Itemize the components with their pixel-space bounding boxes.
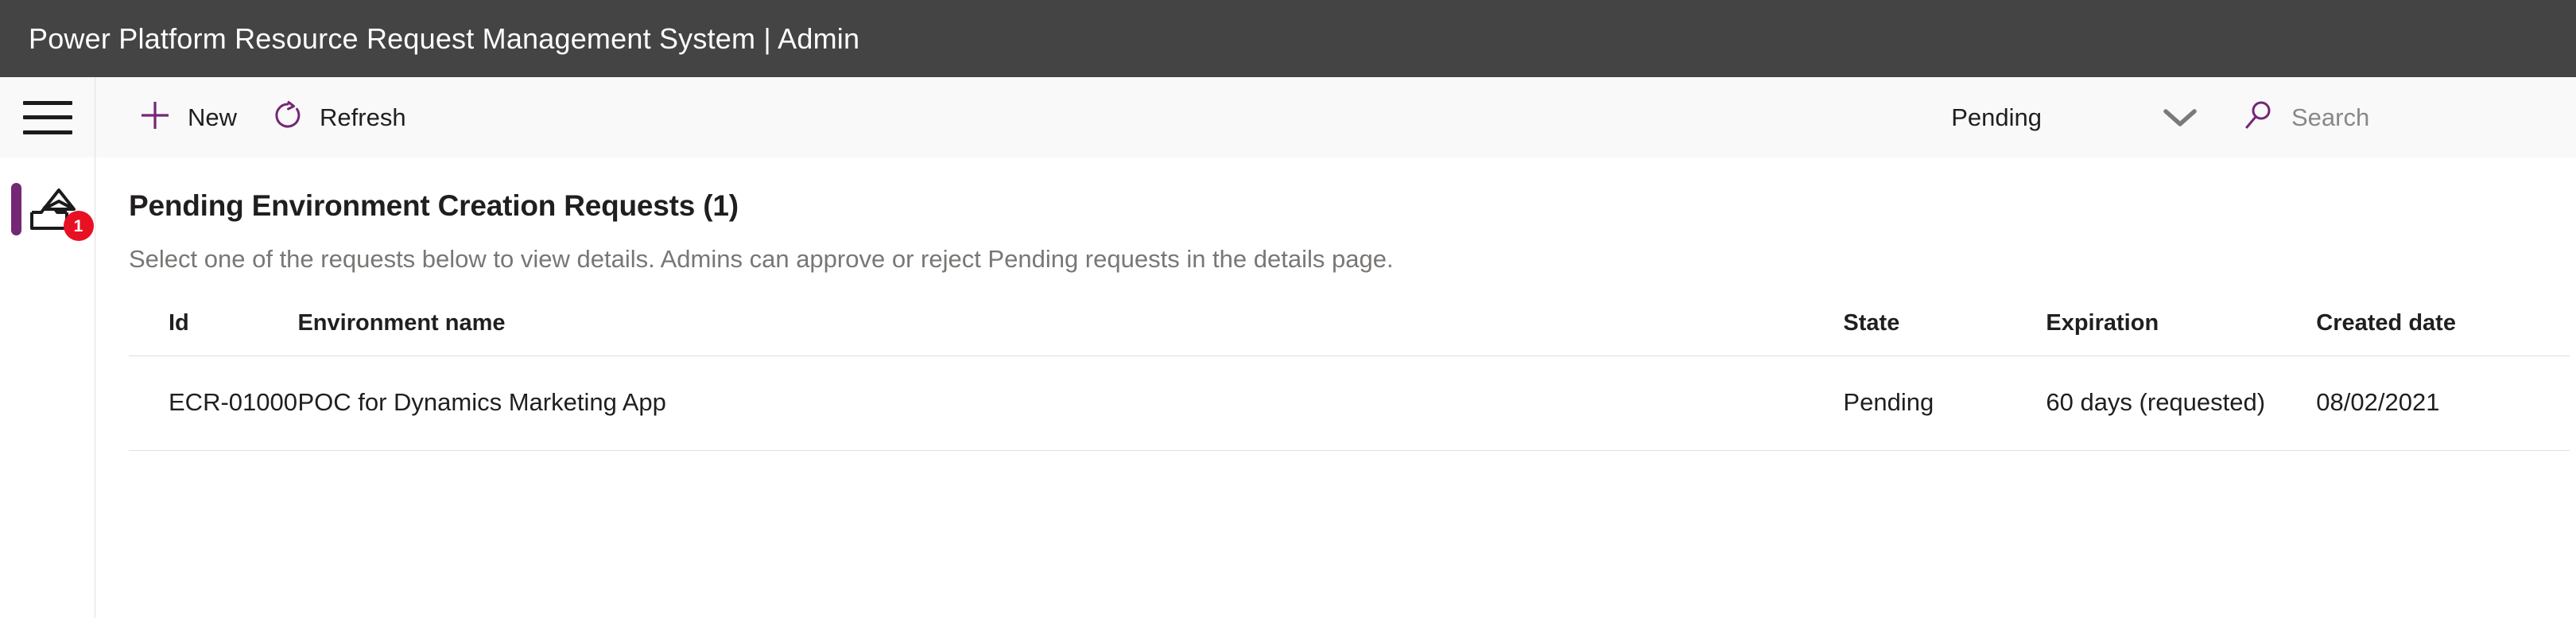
rail-item-list: 1	[0, 157, 95, 618]
search-placeholder-text: Search	[2291, 103, 2370, 131]
column-header-id[interactable]: Id	[129, 310, 298, 356]
app-title: Power Platform Resource Request Manageme…	[29, 21, 860, 55]
refresh-button[interactable]: Refresh	[254, 77, 424, 157]
active-indicator-bar	[11, 183, 21, 235]
hamburger-line	[22, 130, 72, 134]
table-header: Id Environment name State Expiration Cre…	[129, 310, 2570, 356]
notification-badge: 1	[63, 211, 94, 241]
plus-icon	[138, 99, 172, 136]
body-area: 1 New Refresh Pending Search Pending Env…	[0, 77, 2576, 618]
left-navigation-rail: 1	[0, 77, 95, 618]
new-button-label: New	[188, 103, 238, 131]
cell-id: ECR-01000	[129, 356, 298, 451]
chevron-down-icon[interactable]	[2142, 77, 2218, 157]
refresh-circular-arrow-icon	[272, 99, 304, 135]
search-icon	[2242, 99, 2275, 136]
column-header-environment[interactable]: Environment name	[297, 310, 1844, 356]
hamburger-line	[22, 100, 72, 105]
sidebar-item-requests[interactable]: 1	[0, 169, 95, 251]
requests-table: Id Environment name State Expiration Cre…	[129, 310, 2570, 451]
refresh-button-label: Refresh	[320, 103, 406, 131]
rail-menu-area	[0, 77, 95, 157]
page-subtitle: Select one of the requests below to view…	[129, 245, 1394, 273]
column-header-created[interactable]: Created date	[2316, 310, 2570, 356]
cell-environment: POC for Dynamics Marketing App	[297, 356, 1844, 451]
page-title: Pending Environment Creation Requests (1…	[129, 189, 739, 222]
column-header-state[interactable]: State	[1843, 310, 2046, 356]
application-window: Power Platform Resource Request Manageme…	[0, 0, 2576, 618]
cell-expiration: 60 days (requested)	[2046, 356, 2317, 451]
title-bar: Power Platform Resource Request Manageme…	[0, 0, 2576, 77]
filter-selected-value: Pending	[1951, 103, 2042, 131]
content-area: Pending Environment Creation Requests (1…	[95, 157, 2576, 618]
table-header-row: Id Environment name State Expiration Cre…	[129, 310, 2570, 356]
command-bar: New Refresh Pending Search	[95, 77, 2576, 157]
filter-control[interactable]: Pending	[1951, 77, 2242, 157]
table-row[interactable]: ECR-01000 POC for Dynamics Marketing App…	[129, 356, 2570, 451]
main-region: New Refresh Pending Search Pending Envir…	[95, 77, 2576, 618]
cell-created: 08/02/2021	[2316, 356, 2570, 451]
hamburger-menu-icon[interactable]	[22, 100, 72, 134]
inbox-tray-icon: 1	[27, 185, 94, 241]
table-body: ECR-01000 POC for Dynamics Marketing App…	[129, 356, 2570, 451]
new-button[interactable]: New	[121, 77, 254, 157]
column-header-expiration[interactable]: Expiration	[2046, 310, 2317, 356]
hamburger-line	[22, 115, 72, 119]
cell-state: Pending	[1843, 356, 2046, 451]
search-input[interactable]: Search	[2242, 77, 2576, 157]
